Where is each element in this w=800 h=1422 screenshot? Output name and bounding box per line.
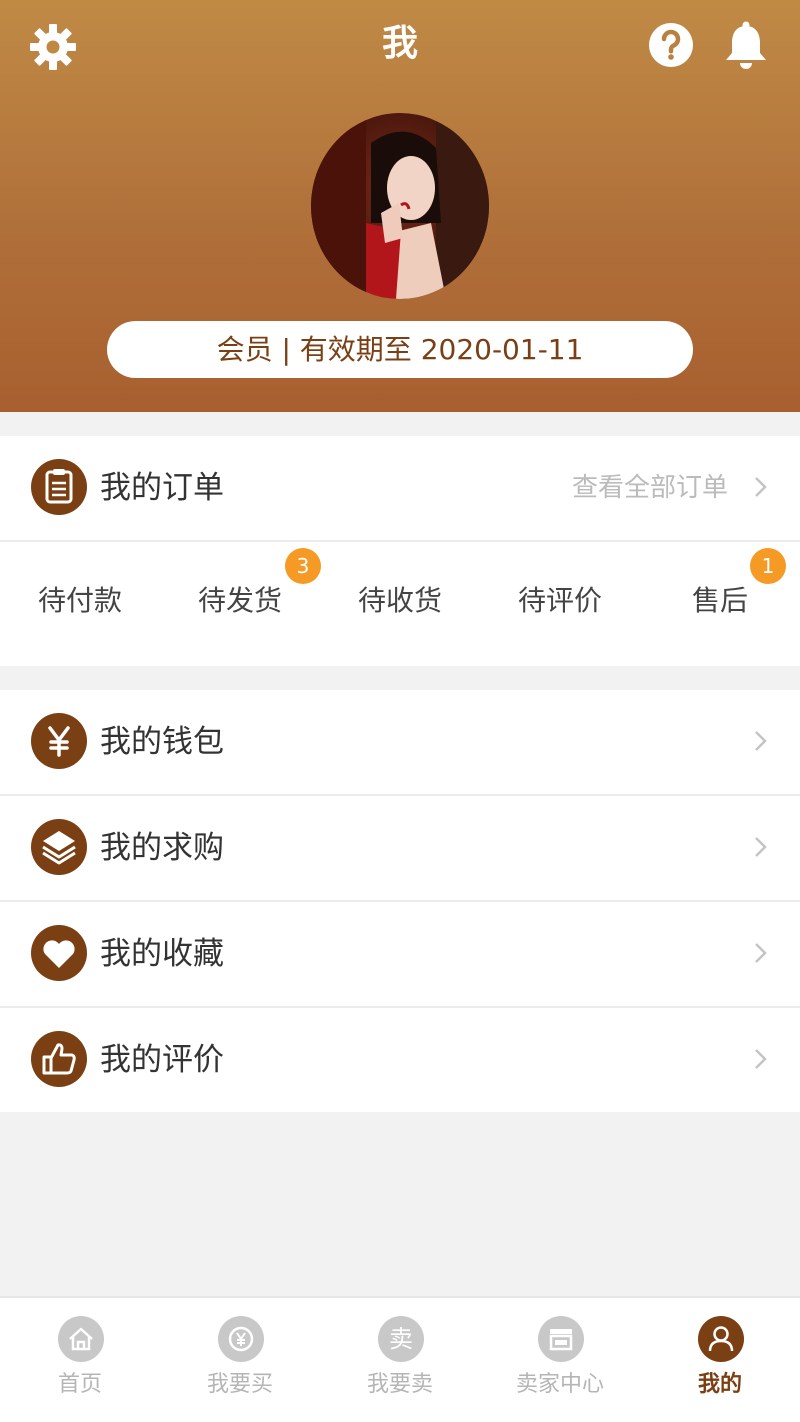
menu-item-purchase-requests[interactable]: 我的求购 xyxy=(0,796,800,900)
heart-icon xyxy=(31,925,87,981)
nav-label: 卖家中心 xyxy=(515,1372,604,1397)
nav-home[interactable]: 首页 xyxy=(0,1312,160,1412)
question-icon[interactable] xyxy=(648,22,694,68)
orders-section: 我的订单 查看全部订单 xyxy=(0,436,800,666)
membership-status: 会员 | 有效期至 2020-01-11 xyxy=(107,321,693,378)
my-orders-label: 我的订单 xyxy=(100,470,224,506)
nav-sell[interactable]: 卖 我要卖 xyxy=(320,1312,480,1412)
status-after-sales[interactable]: 售后 xyxy=(640,578,800,624)
menu-item-label: 我的求购 xyxy=(100,830,224,866)
sell-icon-glyph: 卖 xyxy=(389,1325,413,1353)
shop-icon xyxy=(538,1316,584,1362)
chevron-right-icon xyxy=(752,1046,770,1072)
my-orders-row[interactable]: 我的订单 查看全部订单 xyxy=(0,436,800,540)
menu-item-label: 我的收藏 xyxy=(100,936,224,972)
status-pending-review[interactable]: 待评价 xyxy=(480,578,640,624)
chevron-right-icon xyxy=(752,940,770,966)
menu-section: 我的钱包 我的求购 我的收藏 我的评价 xyxy=(0,690,800,1112)
menu-item-wallet[interactable]: 我的钱包 xyxy=(0,690,800,794)
nav-seller-center[interactable]: 卖家中心 xyxy=(480,1312,640,1412)
chevron-right-icon xyxy=(752,474,770,500)
profile-header: 我 会员 | 有效期至 2020-01-11 xyxy=(0,0,800,412)
sell-icon: 卖 xyxy=(378,1316,424,1362)
avatar[interactable] xyxy=(311,113,489,299)
menu-item-label: 我的钱包 xyxy=(100,724,224,760)
nav-label: 首页 xyxy=(57,1372,102,1397)
menu-item-reviews[interactable]: 我的评价 xyxy=(0,1008,800,1112)
divider xyxy=(0,540,800,542)
bottom-nav: 首页 我要买 卖 我要卖 卖家中心 我的 xyxy=(0,1296,800,1422)
chevron-right-icon xyxy=(752,834,770,860)
user-icon xyxy=(698,1316,744,1362)
thumbs-up-icon xyxy=(31,1031,87,1087)
nav-profile[interactable]: 我的 xyxy=(640,1312,800,1412)
after-sales-badge: 1 xyxy=(750,548,786,584)
yen-icon xyxy=(31,713,87,769)
clipboard-icon xyxy=(31,459,87,515)
menu-item-label: 我的评价 xyxy=(100,1042,224,1078)
layers-icon xyxy=(31,819,87,875)
yen-circle-icon xyxy=(218,1316,264,1362)
status-pending-shipment[interactable]: 待发货 xyxy=(160,578,320,624)
nav-label: 我要买 xyxy=(206,1372,273,1397)
pending-shipment-badge: 3 xyxy=(285,548,321,584)
home-icon xyxy=(58,1316,104,1362)
nav-label: 我要卖 xyxy=(366,1372,433,1397)
nav-buy[interactable]: 我要买 xyxy=(160,1312,320,1412)
status-pending-receipt[interactable]: 待收货 xyxy=(320,578,480,624)
nav-label: 我的 xyxy=(697,1372,742,1397)
chevron-right-icon xyxy=(752,728,770,754)
view-all-orders-link[interactable]: 查看全部订单 xyxy=(572,468,728,508)
bell-icon[interactable] xyxy=(722,20,770,70)
menu-item-favorites[interactable]: 我的收藏 xyxy=(0,902,800,1006)
status-pending-payment[interactable]: 待付款 xyxy=(0,578,160,624)
